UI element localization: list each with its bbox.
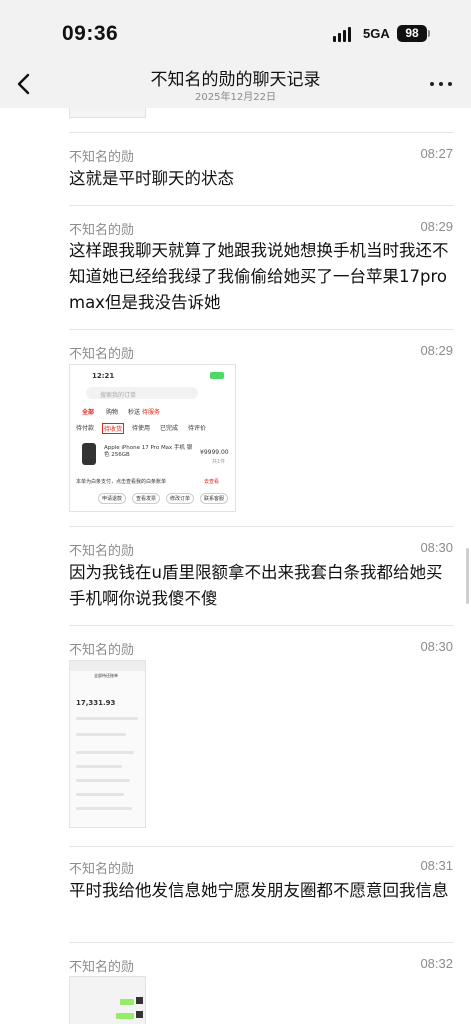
thumb-button: 联系客服 xyxy=(200,493,229,504)
message-text: 因为我钱在u盾里限额拿不出来我套白条我都给她买手机啊你说我傻不傻 xyxy=(69,563,443,608)
thumb-filter: 已完成 xyxy=(160,425,179,432)
message-time: 08:30 xyxy=(420,639,453,654)
page-title: 不知名的勋的聊天记录 xyxy=(150,70,321,90)
thumb-bill-title: 全部待还账单 xyxy=(94,673,118,678)
thumb-button: 查看发票 xyxy=(132,493,161,504)
message-time: 08:29 xyxy=(420,219,453,234)
order-image-thumb[interactable]: 12:21 搜索我的订单 全部 购物 秒送 待服务 待付款 待收货 待使用 已完… xyxy=(69,364,236,512)
message-sender: 不知名的勋 xyxy=(69,223,135,238)
message-text: 这就是平时聊天的状态 xyxy=(69,169,234,188)
thumb-bubble xyxy=(120,999,134,1005)
thumb-filter: 待付款 xyxy=(76,425,95,432)
thumb-notice: 本单为白条支付，点击查看我的白条账单 xyxy=(76,479,167,485)
thumb-product-name: Apple iPhone 17 Pro Max 手机 银色 256GB xyxy=(104,445,193,458)
message-text: 平时我给他发信息她宁愿发朋友圈都不愿意回我信息 xyxy=(69,881,449,900)
message-sender: 不知名的勋 xyxy=(69,347,135,362)
divider xyxy=(69,526,454,527)
thumb-badge: 待服务 xyxy=(142,409,161,416)
thumb-qty: 共1件 xyxy=(212,459,226,465)
network-label: 5GA xyxy=(363,26,390,41)
thumb-bubble xyxy=(116,1013,134,1019)
message-time: 08:31 xyxy=(420,858,453,873)
battery-tip xyxy=(428,30,430,37)
more-icon[interactable] xyxy=(428,78,454,90)
message-time: 08:29 xyxy=(420,343,453,358)
battery-icon xyxy=(210,372,224,379)
nav-bar: 不知名的勋的聊天记录 2025年12月22日 xyxy=(0,60,471,108)
thumb-row xyxy=(76,765,122,768)
status-time: 09:36 xyxy=(62,22,119,45)
thumb-row xyxy=(76,733,126,736)
divider xyxy=(69,942,454,943)
chat-history-list[interactable]: 不知名的勋 08:27 这就是平时聊天的状态 不知名的勋 08:29 这样跟我聊… xyxy=(0,108,471,1024)
thumb-button: 申请退款 xyxy=(98,493,127,504)
divider xyxy=(69,205,454,206)
page-subtitle: 2025年12月22日 xyxy=(195,92,276,103)
thumb-search-placeholder: 搜索我的订单 xyxy=(100,392,137,399)
divider xyxy=(69,846,454,847)
thumb-row xyxy=(76,807,132,810)
thumb-row xyxy=(76,793,124,796)
signal-icon xyxy=(333,26,355,42)
status-bar: 09:36 5GA 98 xyxy=(0,0,471,60)
message-sender: 不知名的勋 xyxy=(69,862,135,877)
thumb-notice-link: 去查看 xyxy=(204,479,220,485)
thumb-filter: 待评价 xyxy=(188,425,207,432)
divider xyxy=(69,329,454,330)
thumb-filter: 待使用 xyxy=(132,425,151,432)
thumb-button: 修改订单 xyxy=(166,493,195,504)
message-sender: 不知名的勋 xyxy=(69,643,135,658)
battery-icon: 98 xyxy=(397,25,427,42)
thumb-time: 12:21 xyxy=(92,372,115,380)
thumb-tab: 全部 xyxy=(82,409,95,416)
message-time: 08:32 xyxy=(420,956,453,971)
thumb-bill-amount: 17,331.93 xyxy=(76,699,116,707)
thumb-avatar xyxy=(136,1011,143,1018)
message-time: 08:30 xyxy=(420,540,453,555)
divider xyxy=(69,625,454,626)
thumb-header xyxy=(70,661,145,671)
thumb-row xyxy=(76,779,130,782)
thumb-row xyxy=(76,751,134,754)
message-time: 08:27 xyxy=(420,146,453,161)
chat-image-thumb[interactable] xyxy=(69,976,146,1024)
message-sender: 不知名的勋 xyxy=(69,150,135,165)
thumb-tab: 秒送 xyxy=(128,409,141,416)
bill-image-thumb[interactable]: 全部待还账单 17,331.93 xyxy=(69,660,146,828)
message-text: 这样跟我聊天就算了她跟我说她想换手机当时我还不知道她已经给我绿了我偷偷给她买了一… xyxy=(69,241,449,312)
message-sender: 不知名的勋 xyxy=(69,960,135,975)
thumb-avatar xyxy=(136,997,143,1004)
thumb-row xyxy=(76,717,138,720)
thumb-filter: 待收货 xyxy=(102,423,125,434)
divider xyxy=(69,132,454,133)
thumb-price: ¥9999.00 xyxy=(200,449,229,456)
phone-image xyxy=(82,443,96,465)
thumb-tab: 购物 xyxy=(106,409,119,416)
partial-image-thumb[interactable] xyxy=(69,108,146,118)
scrollbar[interactable] xyxy=(466,548,469,604)
message-sender: 不知名的勋 xyxy=(69,544,135,559)
